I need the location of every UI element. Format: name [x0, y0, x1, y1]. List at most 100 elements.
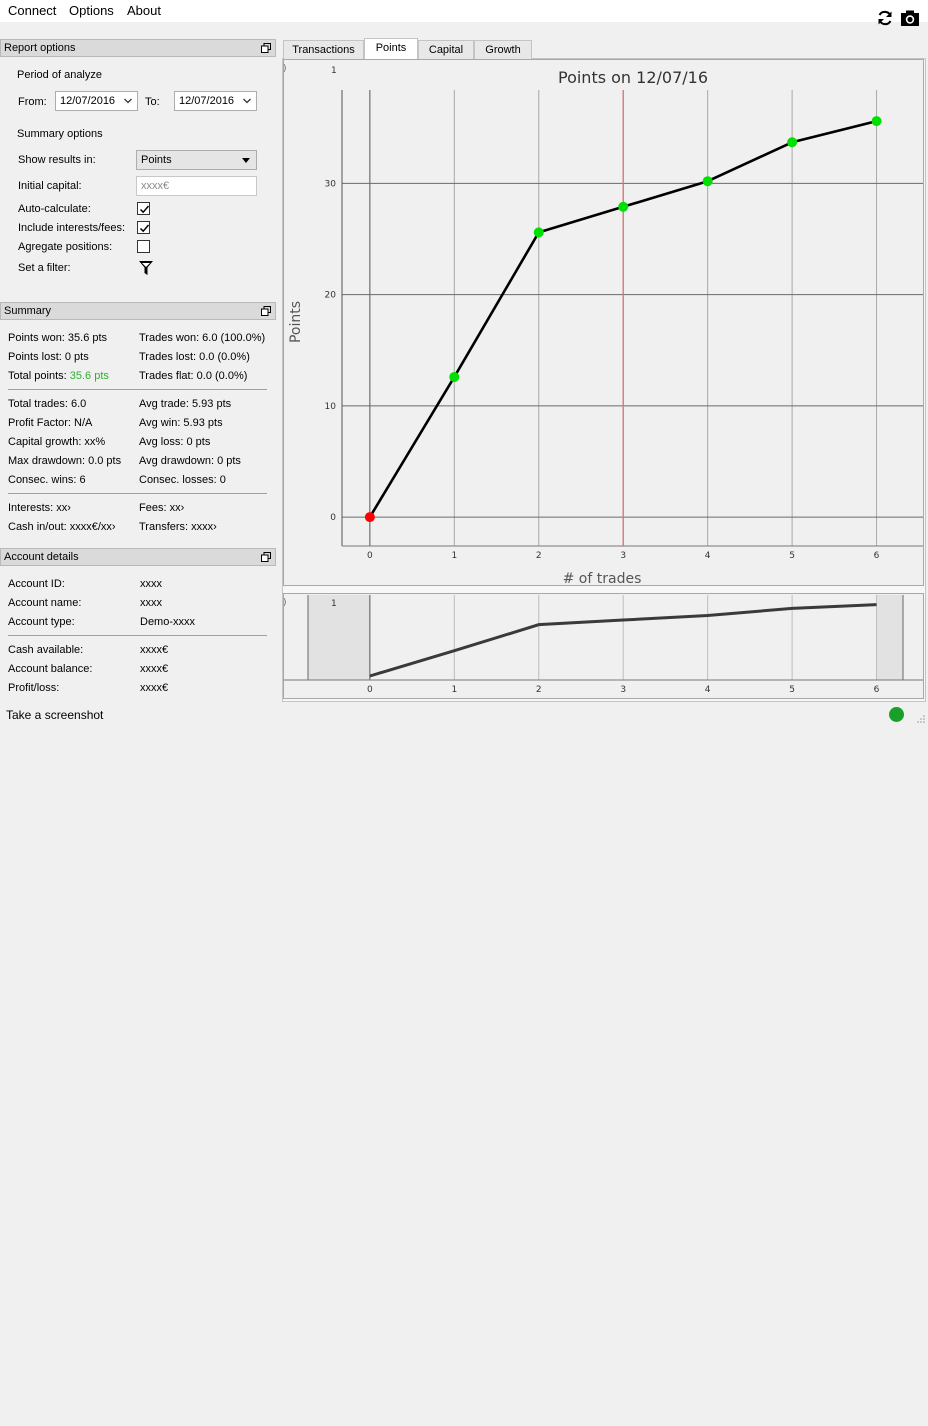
- to-date-value: 12/07/2016: [179, 95, 235, 107]
- connection-status-indicator: [889, 707, 904, 722]
- divider: [8, 389, 267, 390]
- points-won: Points won: 35.6 pts: [8, 332, 108, 344]
- x-tick-label: 3: [620, 551, 626, 561]
- to-label: To:: [145, 96, 160, 108]
- x-tick-label: 2: [536, 685, 542, 695]
- camera-icon[interactable]: [900, 9, 920, 27]
- resize-grip-icon[interactable]: [914, 712, 926, 724]
- from-date-picker[interactable]: 12/07/2016: [55, 91, 138, 111]
- account-id-value: xxxx: [140, 578, 162, 590]
- checkmark-icon: [139, 205, 150, 214]
- auto-calculate-label: Auto-calculate:: [18, 203, 91, 215]
- report-options-title: Report options: [4, 42, 76, 54]
- x-tick-label: 5: [789, 551, 795, 561]
- summary-options-title: Summary options: [17, 128, 103, 140]
- show-results-select[interactable]: Points: [136, 150, 257, 170]
- summary-title: Summary: [4, 305, 52, 317]
- range-shade-left: [308, 595, 370, 680]
- axis-corner-mark: ): [284, 64, 287, 74]
- summary-header: Summary: [0, 302, 276, 320]
- profit-loss-label: Profit/loss:: [8, 682, 60, 694]
- from-date-value: 12/07/2016: [60, 95, 116, 107]
- axis-corner-mark: ): [284, 598, 287, 608]
- data-point: [871, 116, 882, 127]
- overview-corner-label: 1: [331, 599, 337, 609]
- account-name-value: xxxx: [140, 597, 162, 609]
- x-tick-label: 1: [451, 551, 457, 561]
- chart-title: Points on 12/07/16: [558, 68, 708, 87]
- profit-factor: Profit Factor: N/A: [8, 417, 93, 429]
- float-panel-icon[interactable]: [261, 552, 271, 562]
- dropdown-arrow-icon: [242, 158, 250, 163]
- data-point: [364, 512, 375, 523]
- points-chart[interactable]: ) 1 Points on 12/07/16 # of trades Point…: [283, 59, 924, 586]
- x-tick-label: 0: [367, 551, 373, 561]
- y-tick-label: 0: [330, 513, 336, 523]
- float-panel-icon[interactable]: [261, 306, 271, 316]
- filter-icon[interactable]: [138, 260, 154, 276]
- account-details-header: Account details: [0, 548, 276, 566]
- interests: Interests: xx›: [8, 502, 71, 514]
- tab-capital[interactable]: Capital: [418, 40, 474, 59]
- account-id-label: Account ID:: [8, 578, 65, 590]
- to-date-picker[interactable]: 12/07/2016: [174, 91, 257, 111]
- account-balance-value: xxxx€: [140, 663, 169, 675]
- report-options-header: Report options: [0, 39, 276, 57]
- menu-connect[interactable]: Connect: [8, 2, 56, 19]
- consec-wins: Consec. wins: 6: [8, 474, 86, 486]
- corner-label: 1: [331, 66, 337, 76]
- x-tick-label: 0: [367, 685, 373, 695]
- checkmark-icon: [139, 224, 150, 233]
- avg-drawdown: Avg drawdown: 0 pts: [139, 455, 241, 467]
- resize-grip-icon[interactable]: [915, 1416, 925, 1426]
- y-axis-label: Points: [288, 301, 304, 343]
- tab-growth[interactable]: Growth: [474, 40, 532, 59]
- auto-calculate-checkbox[interactable]: [137, 202, 150, 215]
- menu-options[interactable]: Options: [69, 2, 114, 19]
- total-points: Total points: 35.6 pts: [8, 370, 109, 382]
- float-panel-icon[interactable]: [261, 43, 271, 53]
- menu-bar: Connect Options About: [0, 0, 928, 26]
- capital-growth: Capital growth: xx%: [8, 436, 106, 448]
- data-point: [702, 176, 713, 187]
- data-point: [618, 201, 629, 212]
- consec-losses: Consec. losses: 0: [139, 474, 226, 486]
- cash-available-value: xxxx€: [140, 644, 169, 656]
- period-title: Period of analyze: [17, 69, 102, 81]
- total-points-label: Total points:: [8, 370, 70, 382]
- transfers: Transfers: xxxx›: [139, 521, 217, 533]
- include-fees-checkbox[interactable]: [137, 221, 150, 234]
- overview-chart[interactable]: ) 0 1 2 3 4 5 6 1: [283, 593, 924, 699]
- tab-points[interactable]: Points: [364, 38, 418, 59]
- cash-in-out: Cash in/out: xxxx€/xx›: [8, 521, 116, 533]
- divider: [8, 635, 267, 636]
- show-results-label: Show results in:: [18, 154, 96, 166]
- from-label: From:: [18, 96, 47, 108]
- menu-about[interactable]: About: [127, 2, 161, 19]
- account-type-label: Account type:: [8, 616, 75, 628]
- aggregate-checkbox[interactable]: [137, 240, 150, 253]
- refresh-icon[interactable]: [876, 9, 894, 27]
- trades-lost: Trades lost: 0.0 (0.0%): [139, 351, 250, 363]
- avg-trade: Avg trade: 5.93 pts: [139, 398, 232, 410]
- y-tick-label: 30: [325, 179, 337, 189]
- show-results-value: Points: [141, 154, 172, 166]
- points-chart-svg: ) 1 Points on 12/07/16 # of trades Point…: [284, 64, 923, 585]
- chevron-down-icon: [243, 98, 251, 104]
- include-fees-label: Include interests/fees:: [18, 222, 126, 234]
- total-trades: Total trades: 6.0: [8, 398, 87, 410]
- x-tick-label: 2: [536, 551, 542, 561]
- x-tick-label: 4: [705, 685, 711, 695]
- x-tick-label: 3: [620, 685, 626, 695]
- data-point: [533, 227, 544, 238]
- range-shade-right: [876, 595, 903, 680]
- x-tick-label: 4: [705, 551, 711, 561]
- account-type-value: Demo-xxxx: [140, 616, 196, 628]
- tab-transactions[interactable]: Transactions: [283, 40, 364, 59]
- x-axis-label: # of trades: [563, 571, 642, 585]
- account-details-title: Account details: [4, 551, 79, 563]
- y-tick-label: 20: [325, 291, 337, 301]
- initial-capital-input[interactable]: xxxx€: [136, 176, 257, 196]
- trades-won: Trades won: 6.0 (100.0%): [139, 332, 266, 344]
- x-tick-label: 1: [451, 685, 457, 695]
